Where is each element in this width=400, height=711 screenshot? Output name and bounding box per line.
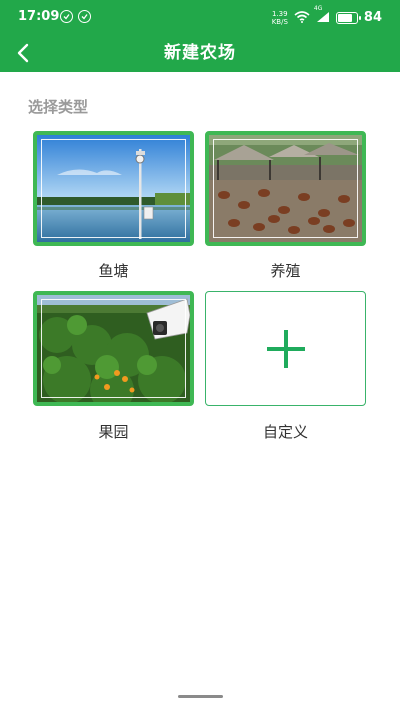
page-title: 新建农场 [164, 43, 236, 63]
check-circle-icon [60, 10, 73, 23]
type-label-fish-pond: 鱼塘 [98, 262, 129, 280]
wifi-icon [294, 8, 310, 27]
type-card-fish-pond[interactable] [33, 131, 194, 246]
battery-tip [358, 15, 361, 20]
check-circle-icon [78, 10, 91, 23]
poultry-farm-photo [209, 135, 362, 242]
type-card-orchard[interactable] [33, 291, 194, 406]
orchard-photo [37, 295, 190, 402]
network-speed-unit: KB/S [271, 17, 288, 26]
cellular-signal-icon: 4G [313, 5, 330, 27]
type-label-poultry: 养殖 [270, 262, 301, 280]
type-label-custom: 自定义 [262, 423, 308, 441]
notification-icons [60, 10, 91, 23]
signal-type-label: 4G [313, 5, 323, 12]
type-card-custom[interactable] [205, 291, 366, 406]
plus-icon [266, 329, 305, 368]
fish-pond-photo [37, 135, 190, 242]
battery-icon [335, 11, 361, 24]
network-speed-value: 1.39 [272, 9, 288, 18]
battery-fill [337, 13, 353, 22]
type-card-poultry[interactable] [205, 131, 366, 246]
nav-bar: 新建农场 [0, 34, 400, 72]
section-label: 选择类型 [28, 98, 89, 116]
type-label-orchard: 果园 [98, 423, 129, 441]
home-indicator[interactable] [178, 695, 223, 698]
network-speed: 1.39 KB/S [272, 10, 288, 26]
status-time: 17:09 [18, 9, 60, 24]
battery-percent: 84 [363, 10, 382, 25]
status-bar: 17:09 1.39 KB/S 4G 84 [0, 0, 400, 34]
system-indicators: 1.39 KB/S 4G 84 [272, 5, 382, 27]
